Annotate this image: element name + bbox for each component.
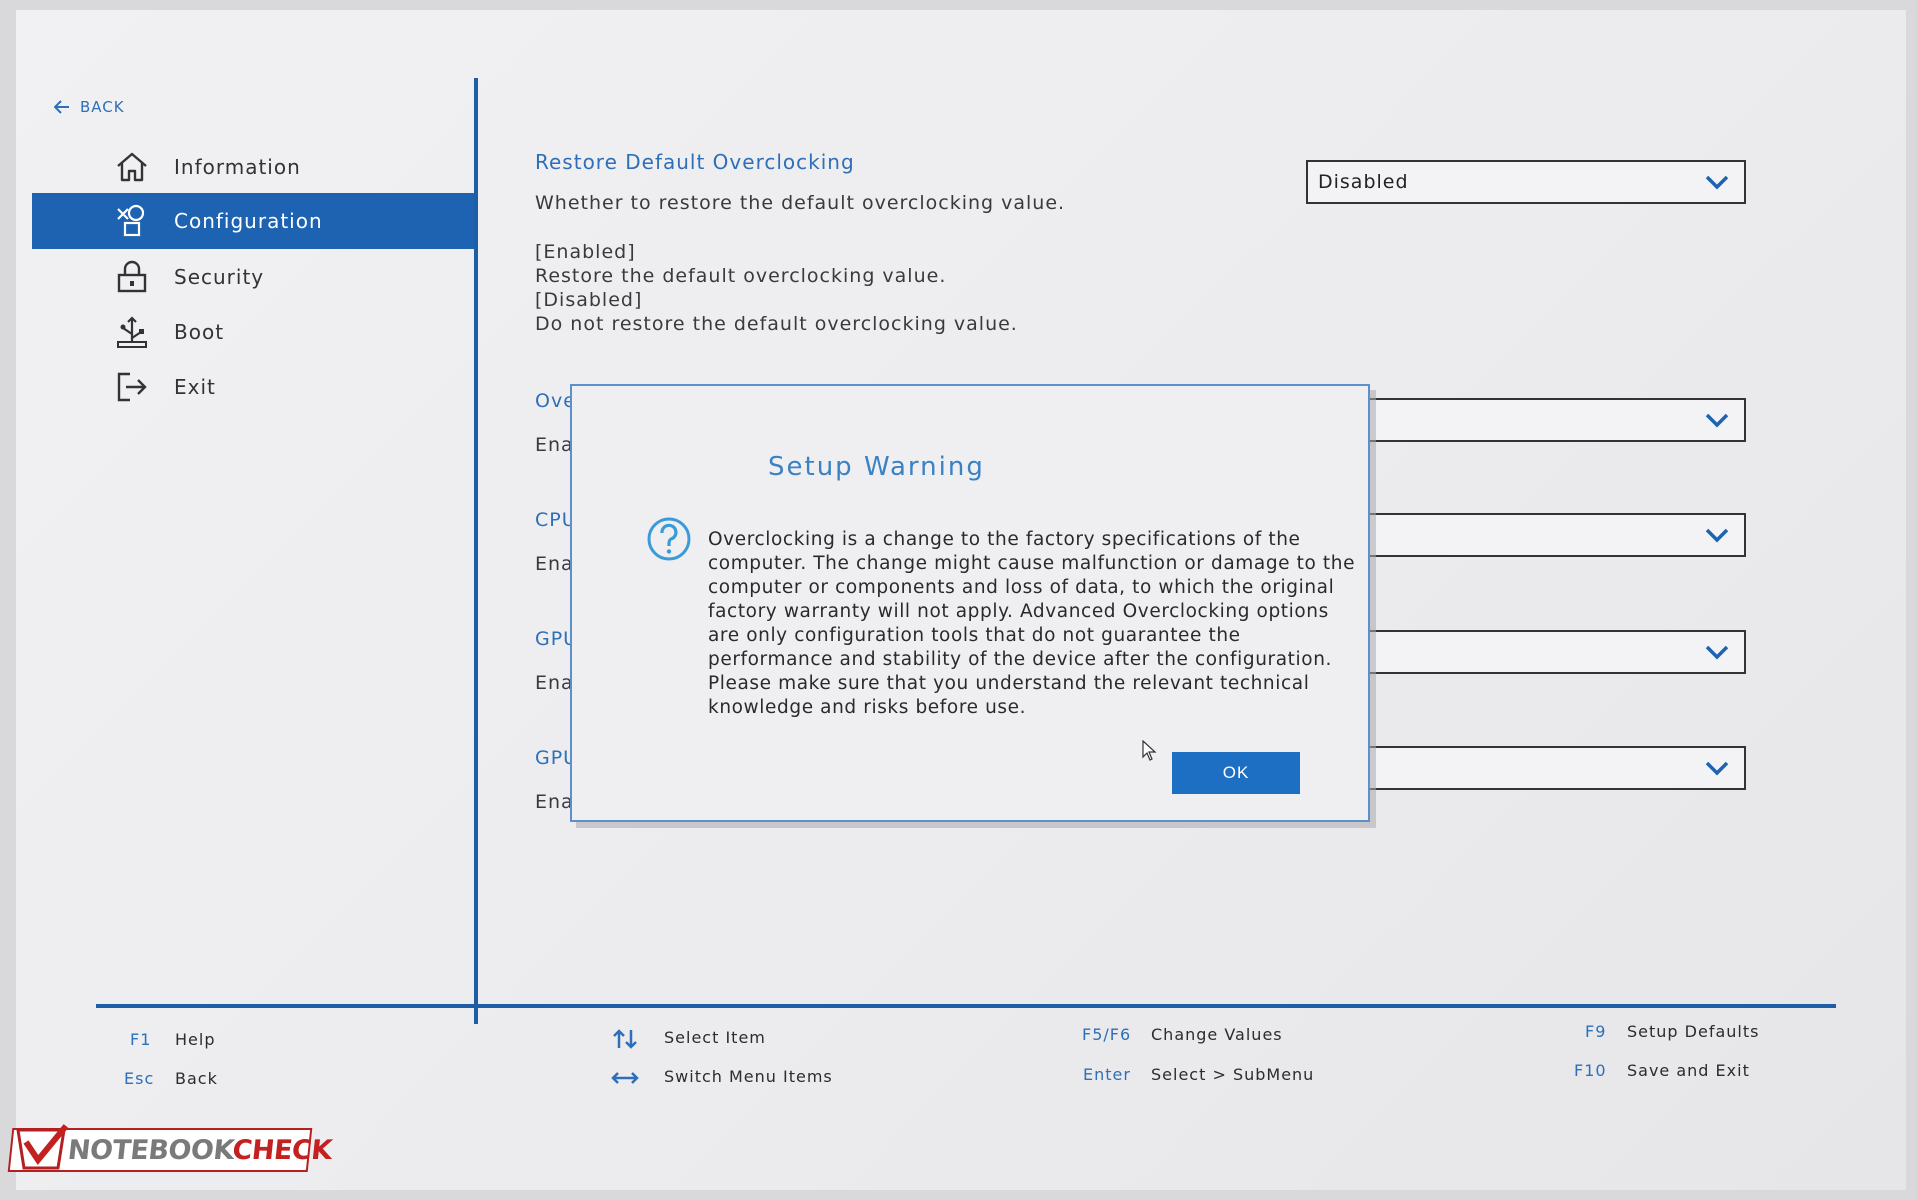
- sidebar-item-label: Configuration: [174, 209, 323, 233]
- setting-description: Ena: [535, 672, 574, 694]
- select-value: Disabled: [1318, 171, 1409, 193]
- configuration-shapes-icon: [117, 204, 145, 237]
- setup-defaults-label: Setup Defaults: [1627, 1022, 1760, 1041]
- setting-help: [Enabled] Restore the default overclocki…: [535, 240, 1835, 336]
- gpu-select-2[interactable]: d: [1306, 746, 1746, 790]
- help-line: [Disabled]: [535, 289, 643, 311]
- change-values-label: Change Values: [1151, 1025, 1283, 1044]
- sidebar-item-information[interactable]: Information: [32, 139, 475, 195]
- left-right-arrows-icon: [611, 1072, 639, 1084]
- help-line: Do not restore the default overclocking …: [535, 313, 1018, 335]
- sidebar-item-label: Boot: [174, 320, 225, 344]
- chevron-down-icon: [1705, 175, 1729, 190]
- sidebar-item-exit[interactable]: Exit: [32, 359, 475, 415]
- sidebar-item-configuration[interactable]: Configuration: [32, 193, 475, 249]
- overclocking-select[interactable]: d: [1306, 398, 1746, 442]
- watermark-suffix: CHECK: [230, 1134, 334, 1166]
- f5f6-key: F5/F6: [1082, 1025, 1132, 1044]
- chevron-down-icon: [1705, 761, 1729, 776]
- up-down-arrows-icon: [613, 1029, 637, 1049]
- help-line: Restore the default overclocking value.: [535, 265, 947, 287]
- sidebar-divider: [474, 78, 478, 1024]
- chevron-down-icon: [1705, 645, 1729, 660]
- esc-key: Esc: [124, 1069, 155, 1088]
- home-icon: [117, 152, 147, 182]
- back-label: BACK: [80, 98, 125, 116]
- question-icon: [647, 517, 691, 561]
- sidebar-item-boot[interactable]: Boot: [32, 304, 475, 360]
- help-label: Help: [175, 1030, 216, 1049]
- usb-boot-icon: [117, 316, 147, 348]
- sidebar-item-label: Exit: [174, 375, 216, 399]
- chevron-down-icon: [1705, 528, 1729, 543]
- restore-overclocking-select[interactable]: Disabled: [1306, 160, 1746, 204]
- gpu-select[interactable]: d: [1306, 630, 1746, 674]
- sidebar-item-label: Information: [174, 155, 301, 179]
- watermark-prefix: NOTEBOOK: [66, 1134, 235, 1166]
- f1-key: F1: [130, 1030, 152, 1049]
- mouse-cursor-icon: [1142, 740, 1157, 761]
- arrow-left-icon: [54, 100, 69, 114]
- sidebar-item-security[interactable]: Security: [32, 249, 475, 305]
- f9-key: F9: [1585, 1022, 1607, 1041]
- setting-description: Ena: [535, 434, 574, 456]
- lock-icon: [117, 260, 147, 293]
- exit-icon: [117, 372, 147, 402]
- setting-description: Ena: [535, 553, 574, 575]
- footer-divider: [96, 1004, 1836, 1008]
- dialog-title: Setup Warning: [768, 452, 985, 482]
- sidebar-item-label: Security: [174, 265, 265, 289]
- cpu-select[interactable]: d: [1306, 513, 1746, 557]
- help-line: [Enabled]: [535, 241, 636, 263]
- f10-key: F10: [1574, 1061, 1607, 1080]
- switch-menu-label: Switch Menu Items: [664, 1067, 833, 1086]
- chevron-down-icon: [1705, 413, 1729, 428]
- notebookcheck-watermark: NOTEBOOKCHECK: [7, 1124, 333, 1172]
- select-submenu-label: Select > SubMenu: [1151, 1065, 1315, 1084]
- setup-warning-dialog: Setup Warning Overclocking is a change t…: [570, 384, 1370, 822]
- setting-description: Ena: [535, 791, 574, 813]
- back-link[interactable]: BACK: [54, 98, 125, 116]
- ok-button[interactable]: OK: [1172, 752, 1300, 794]
- dialog-message: Overclocking is a change to the factory …: [708, 529, 1356, 718]
- enter-key: Enter: [1083, 1065, 1131, 1084]
- back-hint-label: Back: [175, 1069, 218, 1088]
- notebookcheck-logo-icon: [16, 1124, 69, 1170]
- save-exit-label: Save and Exit: [1627, 1061, 1750, 1080]
- select-item-label: Select Item: [664, 1028, 766, 1047]
